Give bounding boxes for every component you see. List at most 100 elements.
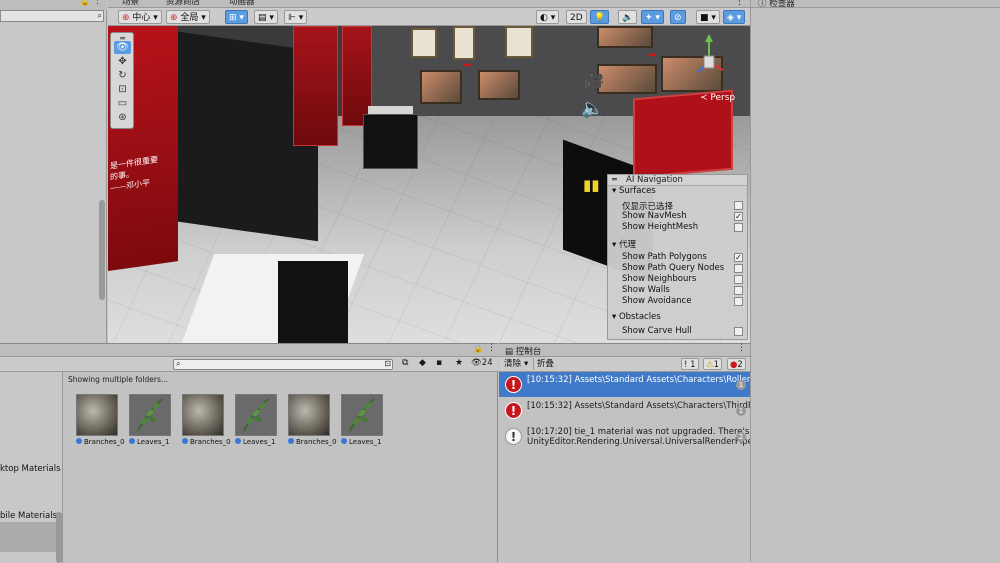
project-panel: 🔒 ⋮ ⌕ ⊡ ⧉ ◆ ▪ ★ 👁24 ktop Materials bile … [0,343,498,563]
console-log-entry[interactable]: ! [10:17:20] tie_1 material was not upgra… [499,424,750,454]
lock-icon[interactable]: 🔒 [473,344,483,353]
audio-toggle-button[interactable]: 🔈 [618,10,638,24]
checkbox[interactable] [734,327,743,336]
asset-tile[interactable]: Leaves_1 [341,394,387,446]
hierarchy-scrollbar[interactable] [99,200,105,300]
clear-options-dropdown[interactable]: ▾ [521,358,531,370]
pivot-label: 中心 [132,13,151,23]
menu-dots-icon[interactable]: ⋮ [93,0,102,6]
surfaces-row-2[interactable]: Show HeightMesh [622,222,746,232]
checkbox[interactable] [734,286,743,295]
tab-inspector[interactable]: ⓘ 检查器 [754,0,799,9]
search-icon[interactable]: ⌕ [98,11,102,21]
pivot-dropdown[interactable]: ⊕ 中心 ▾ [118,10,162,24]
log-line-2: UnityEditor.Rendering.Universal.Universa… [527,437,750,447]
agents-row-3[interactable]: Show Walls [622,285,746,295]
console-log-entry[interactable]: ! [10:15:32] Assets\Standard Assets\Chara… [499,398,750,423]
audio-source-icon[interactable]: 🔈 [581,98,603,119]
menu-dots-icon[interactable]: ⋮ [487,343,496,353]
lock-icon[interactable]: 🔒 [80,0,90,6]
info-icon: ⓘ [758,0,767,9]
drag-handle-icon[interactable]: ═ [612,175,617,184]
orientation-gizmo[interactable] [690,32,728,87]
gizmos-dropdown[interactable]: ◈ ▾ [723,10,746,24]
checkbox[interactable] [734,264,743,273]
material-dot-icon [129,438,135,444]
wall-photo-4 [597,64,657,94]
space-dropdown[interactable]: ⊕ 全局 ▾ [166,10,210,24]
favorite-star-icon[interactable]: ★ [455,358,463,368]
draw-mode-dropdown[interactable]: ◐ ▾ [536,10,560,24]
asset-label-text: Leaves_1 [137,438,170,446]
rect-tool-icon[interactable]: ▭ [114,97,131,110]
transform-tool-icon[interactable]: ⊛ [114,111,131,124]
scale-tool-icon[interactable]: ⊡ [114,83,131,96]
collapse-button[interactable]: 折叠 [533,358,557,370]
tab-scene[interactable]: 场景 [116,0,145,8]
move-tool-icon[interactable]: ✥ [114,55,131,68]
grid-toggle-button[interactable]: ⊞ ▾ [225,10,248,24]
warning-filter-button[interactable]: ⚠1 [703,358,723,370]
info-count: 1 [690,360,696,370]
search-filter-icon[interactable]: ⊡ [384,359,391,368]
obstacles-row-0[interactable]: Show Carve Hull [622,326,746,336]
gizmos-icon: ◈ [727,13,734,23]
agents-row-2[interactable]: Show Neighbours [622,274,746,284]
checkbox[interactable] [734,223,743,232]
agents-section[interactable]: ▾ 代理 [612,238,636,250]
hierarchy-search-input[interactable]: ⌕ [0,10,104,22]
tree-selected-row[interactable] [0,522,56,552]
checkbox[interactable] [734,297,743,306]
hidden-objects-button[interactable]: ⊘ [670,10,686,24]
persp-label[interactable]: ≺ Persp [700,93,735,103]
checkbox[interactable]: ✓ [734,253,743,262]
asset-tile[interactable]: Branches_0 [76,394,125,446]
agents-row-4[interactable]: Show Avoidance [622,296,746,306]
speaker-icon: 🔈 [622,13,634,23]
camera-dropdown[interactable]: ■ ▾ [696,10,720,24]
space-label: 全局 [180,13,199,23]
obstacles-section[interactable]: ▾ Obstacles [612,312,661,322]
checkbox[interactable] [734,201,743,210]
info-filter-button[interactable]: ! 1 [681,358,699,370]
agents-row-1[interactable]: Show Path Query Nodes [622,263,746,273]
asset-tile[interactable]: Branches_0 [288,394,337,446]
label-icon[interactable]: ◆ [419,358,426,368]
surfaces-section[interactable]: ▾ Surfaces [612,186,656,196]
asset-tile[interactable]: Branches_0 [182,394,231,446]
tab-animator[interactable]: 动画器 [223,0,261,8]
2d-toggle-button[interactable]: 2D [566,10,587,24]
tree-item-desktop-materials[interactable]: ktop Materials [0,464,61,474]
snap-button[interactable]: ▤ ▾ [254,10,278,24]
shading-icon: ◐ [540,13,548,23]
menu-dots-icon[interactable]: ⋮ [735,0,744,7]
console-log-entry[interactable]: ! [10:15:32] Assets\Standard Assets\Chara… [499,372,750,397]
asset-tile[interactable]: Leaves_1 [235,394,281,446]
filter-type-icon[interactable]: ⧉ [402,358,408,368]
effects-dropdown[interactable]: ✦ ▾ [641,10,664,24]
tab-asset-store[interactable]: 资源商店 [160,0,206,8]
error-filter-button[interactable]: ●2 [727,358,746,370]
increment-snap-button[interactable]: ⊩ ▾ [284,10,308,24]
log-icon[interactable]: ▪ [436,358,442,368]
checkbox[interactable] [734,275,743,284]
ai-navigation-title[interactable]: AI Navigation [608,175,747,186]
camera-gizmo-icon[interactable]: 🎥 [584,70,604,89]
project-search-input[interactable]: ⌕ ⊡ [173,359,393,370]
checkbox[interactable]: ✓ [734,212,743,221]
hidden-count[interactable]: 👁24 [471,358,493,368]
agents-row-0[interactable]: Show Path Polygons ✓ [622,252,746,262]
view-tool-icon[interactable]: 👁 [114,41,131,54]
display-case [363,114,418,169]
surfaces-row-1[interactable]: Show NavMesh ✓ [622,211,746,221]
rotate-tool-icon[interactable]: ↻ [114,69,131,82]
tree-item-mobile-materials[interactable]: bile Materials [0,511,57,521]
tab-console[interactable]: ▤ 控制台 [505,345,541,357]
asset-label: Branches_0 [288,438,337,446]
tree-scrollbar[interactable] [56,512,62,563]
lighting-toggle-button[interactable]: 💡 [590,10,610,24]
console-toolbar: 清除 ▾ 折叠 ! 1 ⚠1 ●2 [499,357,750,372]
log-line-1: [10:15:32] Assets\Standard Assets\Charac… [527,375,750,385]
menu-dots-icon[interactable]: ⋮ [737,343,746,353]
asset-tile[interactable]: Leaves_1 [129,394,175,446]
